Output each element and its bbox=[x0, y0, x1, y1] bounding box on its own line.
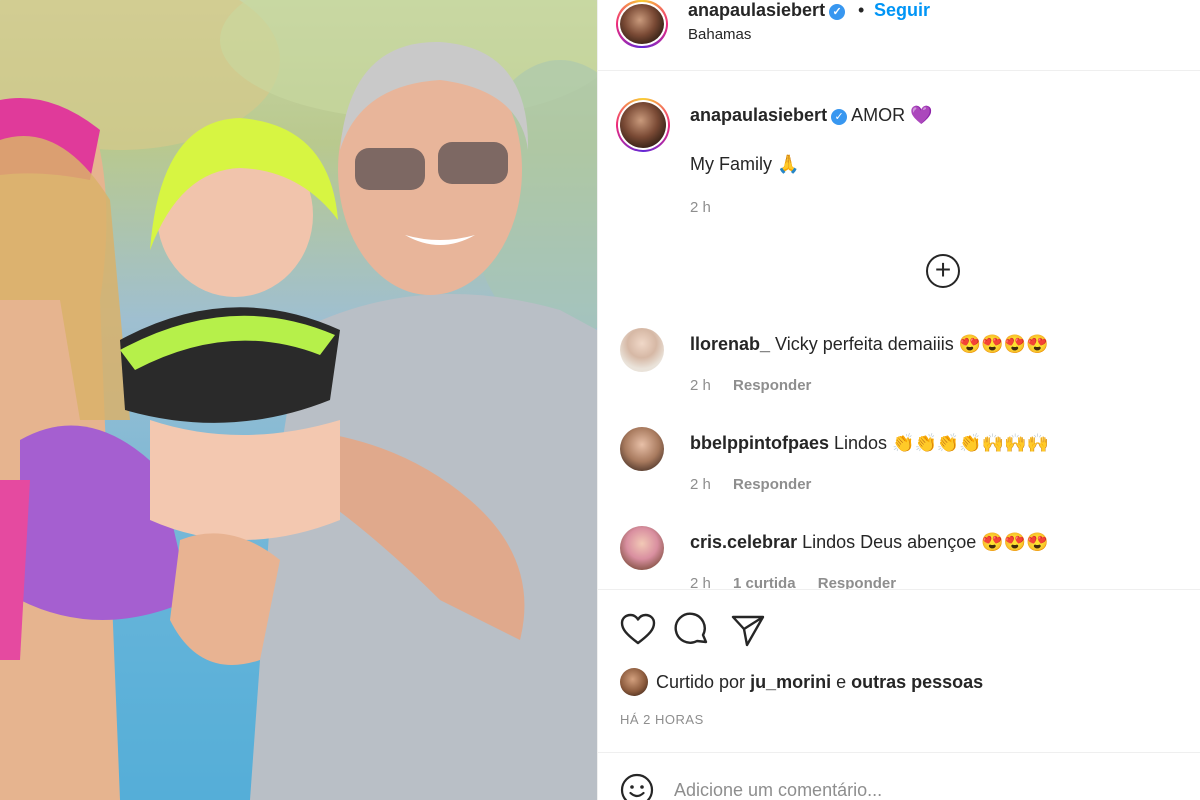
comment-line: bbelppintofpaes Lindos 👏👏👏👏🙌🙌🙌 bbox=[690, 433, 1049, 454]
comment-line: llorenab_ Vicky perfeita demaiiis 😍😍😍😍 bbox=[690, 334, 1048, 355]
comment-meta: 2 h 1 curtida Responder bbox=[690, 575, 914, 590]
comment-line: cris.celebrar Lindos Deus abençoe 😍😍😍 bbox=[690, 532, 1049, 553]
paper-plane-icon[interactable] bbox=[728, 610, 768, 650]
caption-time: 2 h bbox=[690, 199, 711, 216]
verified-badge-icon: ✓ bbox=[831, 109, 848, 125]
add-comment-input[interactable] bbox=[674, 775, 1154, 800]
heart-eyes-emoji-icon: 😍😍😍😍 bbox=[958, 334, 1049, 354]
add-comment-bar bbox=[598, 752, 1200, 800]
post-location[interactable]: Bahamas bbox=[688, 26, 751, 43]
commenter-avatar[interactable] bbox=[620, 427, 664, 471]
others-likes-link[interactable]: outras pessoas bbox=[851, 672, 983, 692]
reply-button[interactable]: Responder bbox=[733, 476, 811, 493]
caption-author-avatar-image bbox=[620, 102, 666, 148]
clapping-hands-emoji-icon: 👏👏👏👏🙌🙌🙌 bbox=[892, 433, 1049, 453]
comments-section[interactable]: anapaulasiebert ✓ AMOR 💜 My Family 🙏 2 h … bbox=[598, 71, 1200, 590]
commenter-username[interactable]: llorenab_ bbox=[690, 334, 770, 354]
comment-meta: 2 h Responder bbox=[690, 377, 829, 394]
separator-dot: • bbox=[858, 0, 865, 20]
post-time-ago[interactable]: HÁ 2 HORAS bbox=[620, 712, 704, 727]
praying-hands-icon: 🙏 bbox=[777, 154, 800, 174]
heart-icon[interactable] bbox=[618, 610, 658, 650]
comment-item: cris.celebrar Lindos Deus abençoe 😍😍😍 2 … bbox=[598, 526, 1200, 590]
comment-time: 2 h bbox=[690, 476, 711, 493]
commenter-avatar[interactable] bbox=[620, 526, 664, 570]
reply-button[interactable]: Responder bbox=[733, 377, 811, 394]
author-username-text[interactable]: anapaulasiebert bbox=[688, 0, 825, 20]
liker-username[interactable]: ju_morini bbox=[750, 672, 831, 692]
post-actions bbox=[598, 605, 1200, 655]
reply-button[interactable]: Responder bbox=[818, 575, 896, 589]
follow-button[interactable]: Seguir bbox=[874, 0, 930, 21]
author-avatar[interactable] bbox=[616, 0, 668, 48]
caption-text: My Family 🙏 bbox=[690, 154, 799, 175]
liker-avatar[interactable] bbox=[620, 668, 648, 696]
plus-circle-icon: + bbox=[934, 254, 952, 285]
smiley-icon[interactable] bbox=[620, 773, 654, 800]
commenter-username[interactable]: cris.celebrar bbox=[690, 532, 797, 552]
comment-text: Vicky perfeita demaiiis bbox=[775, 334, 954, 354]
verified-badge-icon: ✓ bbox=[829, 4, 846, 20]
load-more-comments-button[interactable]: + bbox=[926, 254, 960, 288]
comment-meta: 2 h Responder bbox=[690, 476, 829, 493]
post-details-panel: anapaulasiebert ✓ • Seguir Bahamas anapau… bbox=[597, 0, 1200, 800]
likes-prefix: Curtido por bbox=[656, 672, 746, 692]
comment-text: Lindos bbox=[834, 433, 888, 453]
caption-username[interactable]: anapaulasiebert bbox=[690, 105, 827, 125]
comment-time: 2 h bbox=[690, 377, 711, 394]
comment-likes-count[interactable]: 1 curtida bbox=[733, 575, 796, 589]
post-photo-illustration bbox=[0, 0, 597, 800]
comment-item: llorenab_ Vicky perfeita demaiiis 😍😍😍😍 2… bbox=[598, 328, 1200, 424]
comment-item: bbelppintofpaes Lindos 👏👏👏👏🙌🙌🙌 2 h Respo… bbox=[598, 427, 1200, 523]
comment-icon[interactable] bbox=[672, 610, 712, 650]
author-username[interactable]: anapaulasiebert ✓ bbox=[688, 0, 846, 21]
comment-text: Lindos Deus abençoe bbox=[802, 532, 977, 552]
caption-title: AMOR bbox=[851, 105, 906, 125]
caption-author-avatar[interactable] bbox=[616, 98, 670, 152]
purple-heart-icon: 💜 bbox=[910, 105, 933, 125]
comment-time: 2 h bbox=[690, 575, 711, 590]
likes-connector: e bbox=[836, 672, 847, 692]
commenter-username[interactable]: bbelppintofpaes bbox=[690, 433, 829, 453]
commenter-avatar[interactable] bbox=[620, 328, 664, 372]
caption-text-body: My Family bbox=[690, 154, 772, 174]
post-photo[interactable] bbox=[0, 0, 597, 800]
post-header: anapaulasiebert ✓ • Seguir Bahamas bbox=[598, 0, 1200, 71]
likes-summary: Curtido por ju_morini e outras pessoas bbox=[620, 668, 983, 696]
heart-eyes-emoji-icon: 😍😍😍 bbox=[981, 532, 1049, 552]
author-avatar-image bbox=[620, 4, 664, 44]
caption-line: anapaulasiebert ✓ AMOR 💜 bbox=[690, 105, 933, 126]
